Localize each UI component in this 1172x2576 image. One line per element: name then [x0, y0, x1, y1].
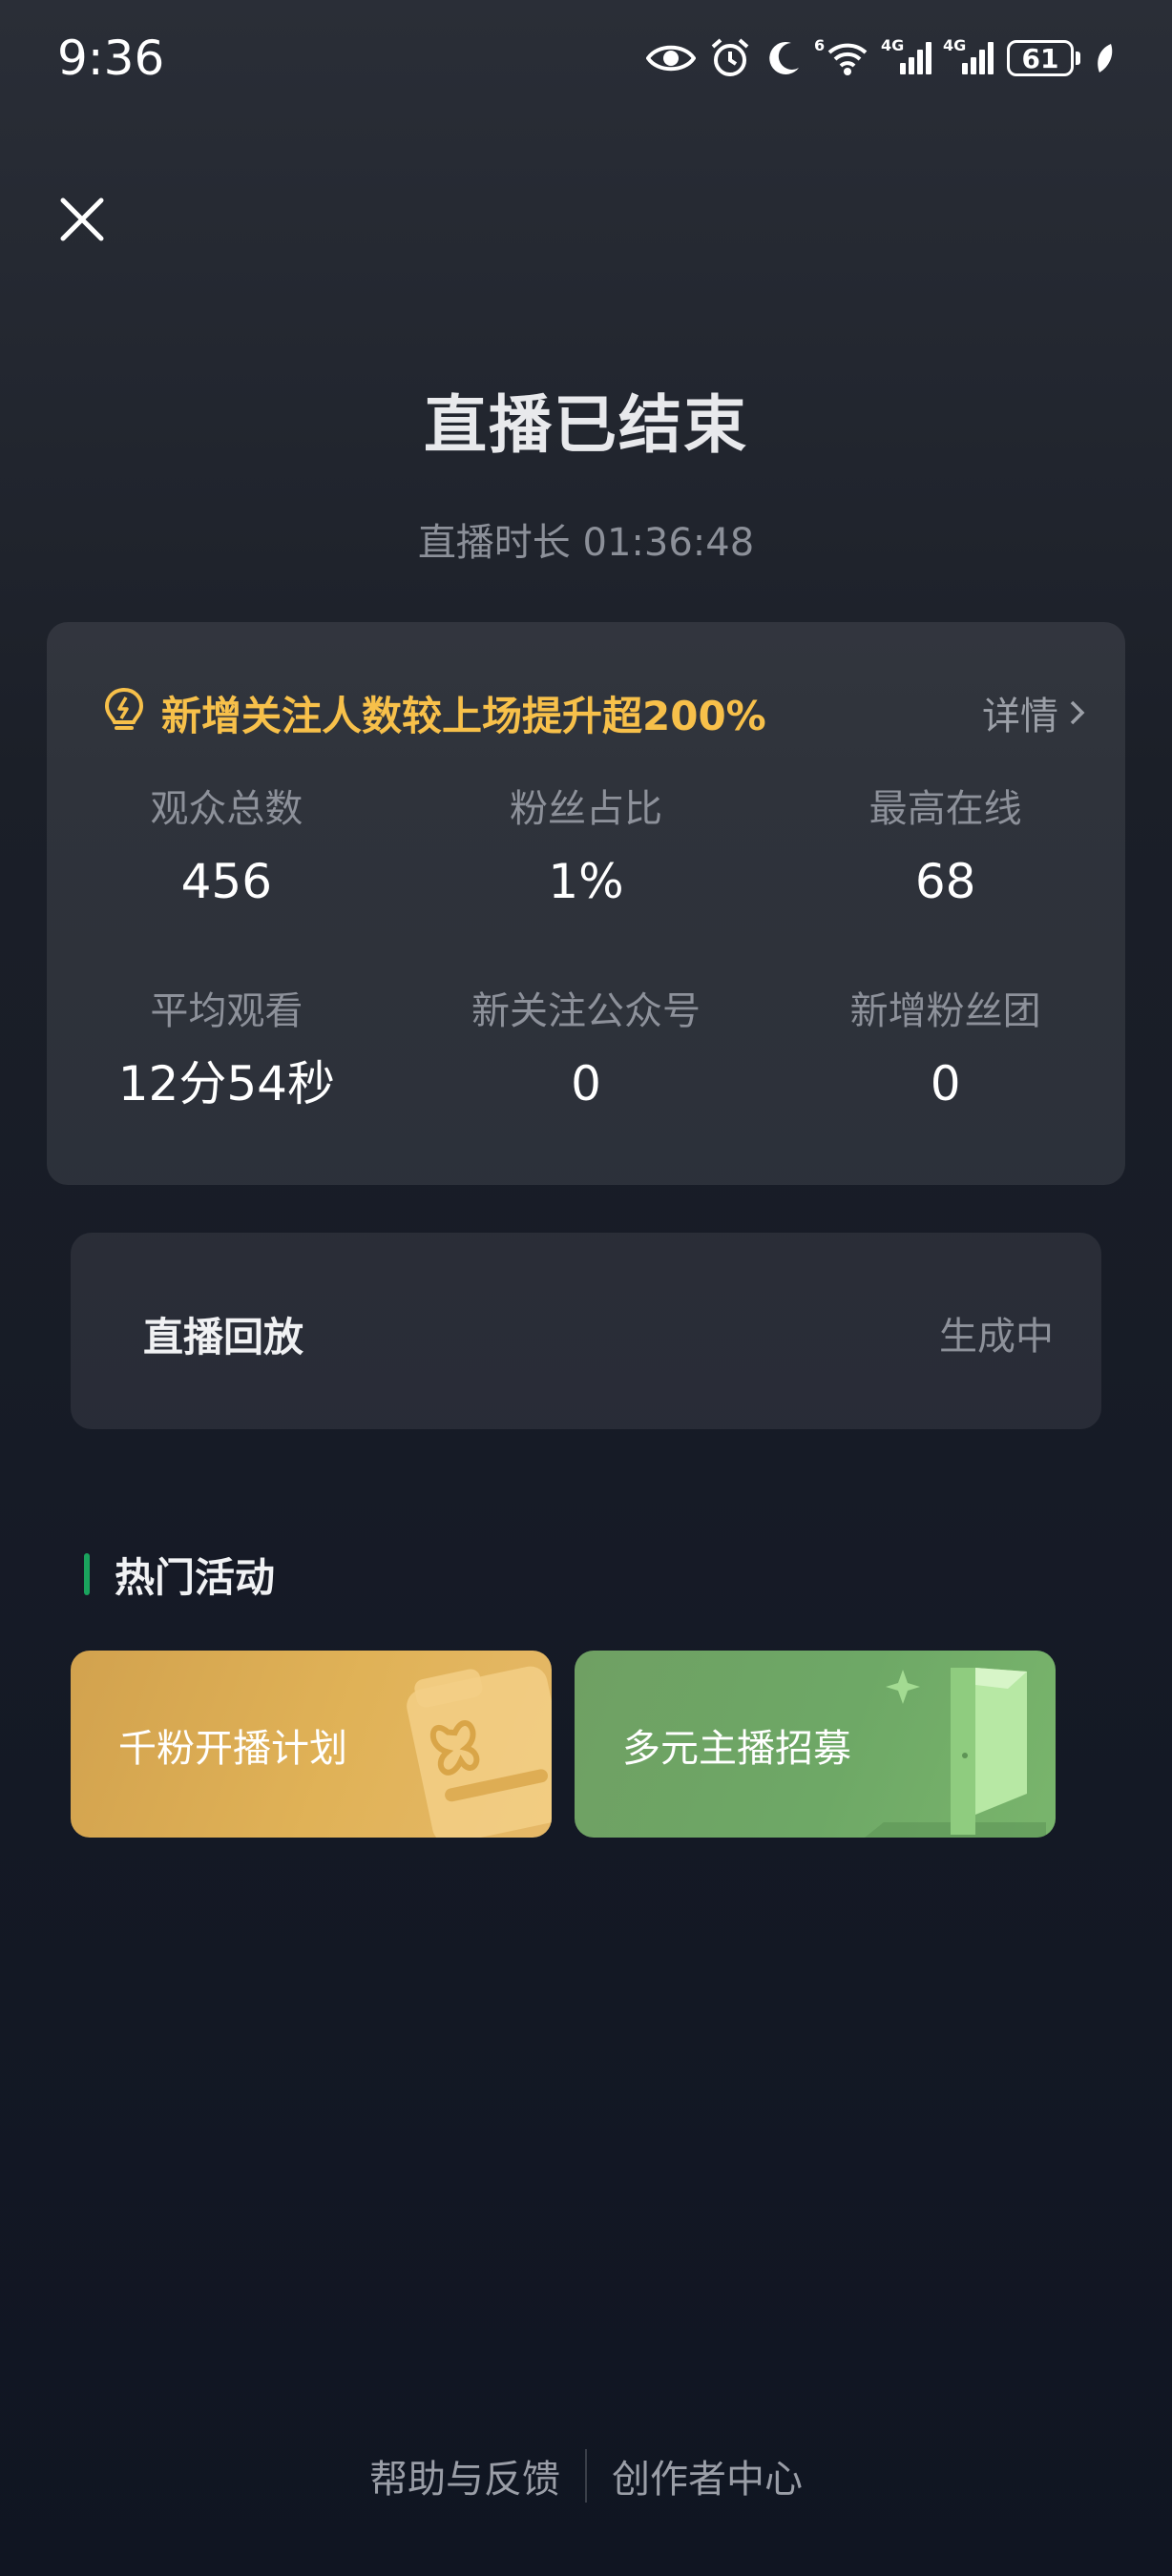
stat-avg-watch: 平均观看 12分54秒	[47, 987, 407, 1112]
close-button[interactable]	[53, 191, 111, 248]
footer-divider	[585, 2449, 587, 2503]
battery-icon: 61	[1007, 34, 1080, 82]
chevron-right-icon	[1070, 700, 1085, 725]
hot-activities-title: 热门活动	[115, 1553, 276, 1601]
door-flag-icon	[865, 1668, 1046, 1838]
stat-peak-online: 最高在线 68	[765, 784, 1125, 910]
stats-card: 新增关注人数较上场提升超200% 详情 观众总数 456 粉丝占比 1% 最高在…	[47, 622, 1125, 1185]
status-time: 9:36	[57, 31, 165, 86]
stat-total-viewers: 观众总数 456	[47, 784, 407, 910]
close-icon	[60, 197, 104, 241]
moon-icon	[764, 34, 803, 82]
accent-bar	[84, 1553, 90, 1595]
alarm-icon	[709, 34, 751, 82]
replay-label: 直播回放	[143, 1314, 304, 1361]
hot-activities-heading: 热门活动	[84, 1551, 275, 1601]
signal-icon-1: 4G	[881, 34, 931, 82]
help-feedback-link[interactable]: 帮助与反馈	[369, 2448, 560, 2503]
status-bar: 9:36 6 4G 4G 61	[0, 0, 1172, 114]
promo-row: 新增关注人数较上场提升超200% 详情	[100, 679, 1087, 746]
activity-label: 千粉开播计划	[118, 1727, 347, 1771]
lightbulb-icon	[104, 687, 144, 730]
activity-card-anchor-recruit[interactable]: 多元主播招募	[575, 1651, 1056, 1838]
stat-new-follow-account: 新关注公众号 0	[407, 987, 766, 1112]
eye-icon	[646, 34, 696, 82]
stat-value: 68	[914, 854, 976, 909]
stat-new-fan-group: 新增粉丝团 0	[765, 987, 1125, 1112]
detail-link[interactable]: 详情	[982, 685, 1087, 740]
stat-label: 新增粉丝团	[849, 989, 1041, 1033]
folder-butterfly-icon	[407, 1666, 552, 1838]
status-icons: 6 4G 4G 61	[646, 34, 1115, 82]
battery-level: 61	[1007, 40, 1074, 76]
activity-label: 多元主播招募	[622, 1727, 851, 1771]
stat-label: 平均观看	[150, 989, 303, 1033]
activity-card-fans-plan[interactable]: 千粉开播计划	[71, 1651, 552, 1838]
stat-label: 观众总数	[150, 787, 303, 831]
stat-value: 12分54秒	[117, 1056, 335, 1111]
stat-value: 0	[571, 1056, 601, 1111]
creator-center-link[interactable]: 创作者中心	[612, 2448, 803, 2503]
stat-value: 1%	[548, 854, 624, 909]
replay-row[interactable]: 直播回放 生成中	[71, 1233, 1101, 1429]
stats-grid: 观众总数 456 粉丝占比 1% 最高在线 68 平均观看 12分54秒 新关注…	[47, 784, 1125, 1112]
live-duration: 直播时长 01:36:48	[417, 521, 755, 565]
footer-links: 帮助与反馈 创作者中心	[0, 2448, 1172, 2503]
leaf-icon	[1094, 34, 1115, 82]
stat-label: 最高在线	[869, 787, 1022, 831]
signal-icon-2: 4G	[943, 34, 994, 82]
stat-fan-ratio: 粉丝占比 1%	[407, 784, 766, 910]
wifi-icon: 6	[814, 34, 869, 82]
promo-text: 新增关注人数较上场提升超200%	[161, 692, 766, 739]
stat-value: 456	[180, 854, 273, 909]
detail-label: 详情	[982, 695, 1058, 738]
stat-label: 粉丝占比	[509, 787, 662, 831]
stat-label: 新关注公众号	[471, 989, 701, 1033]
replay-status: 生成中	[939, 1315, 1054, 1359]
page-title: 直播已结束	[424, 388, 748, 462]
stat-value: 0	[930, 1056, 961, 1111]
